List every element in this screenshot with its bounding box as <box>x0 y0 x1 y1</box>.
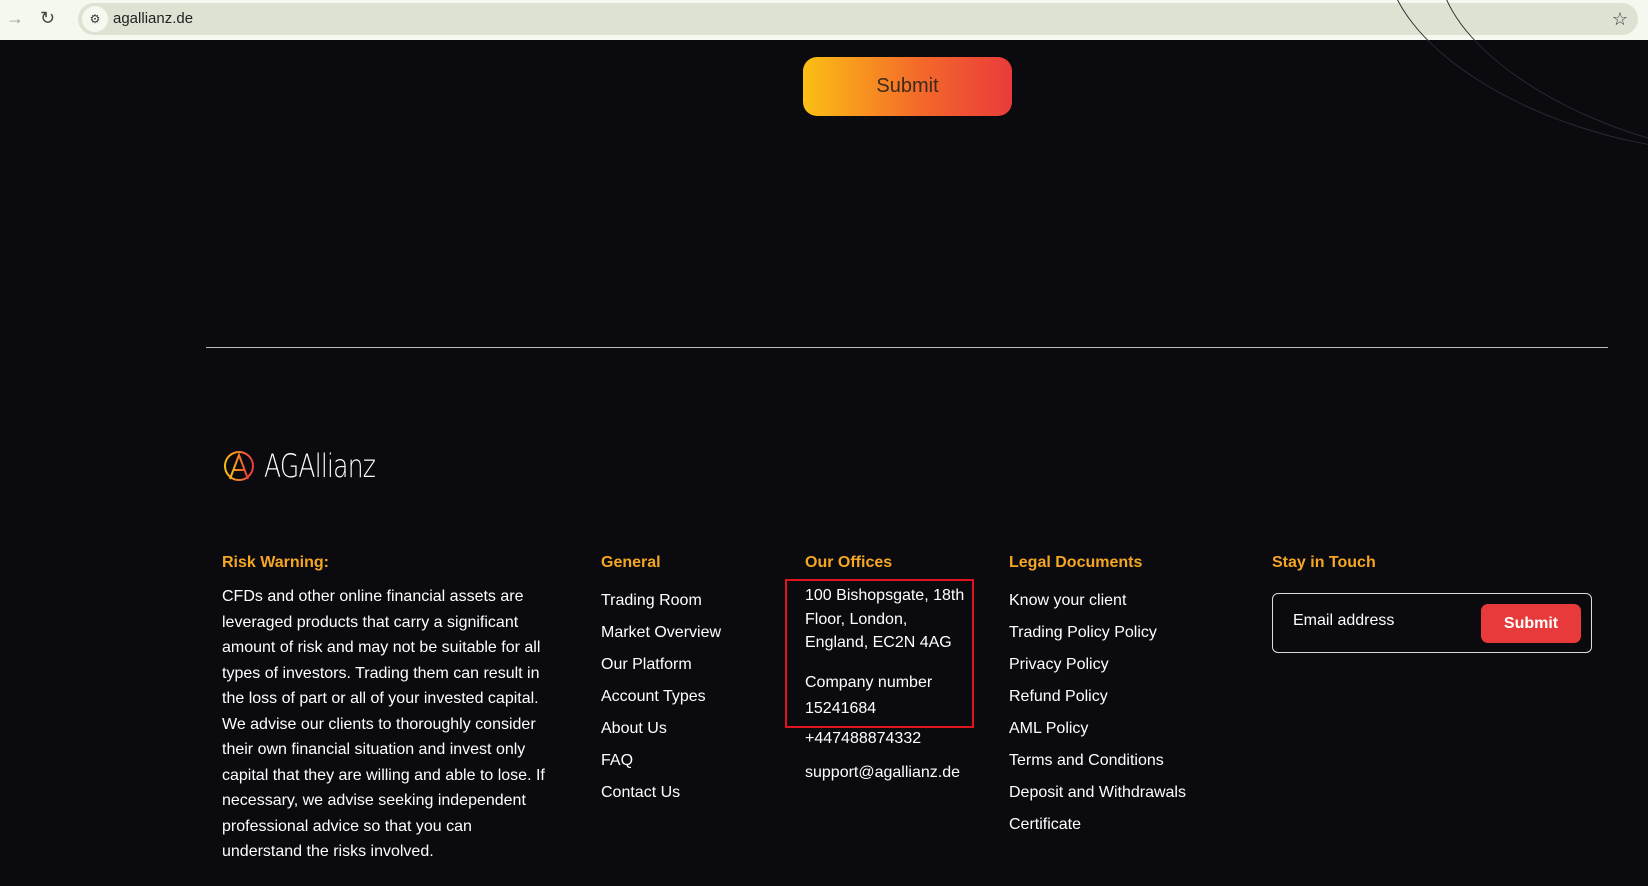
url-text: agallianz.de <box>113 10 194 27</box>
office-address: 100 Bishopsgate, 18th Floor, London, Eng… <box>805 587 965 651</box>
reload-icon[interactable]: ↻ <box>40 8 55 29</box>
general-heading: General <box>601 554 661 571</box>
legal-links: Know your client Trading Policy Policy P… <box>1009 585 1186 841</box>
link-contact-us[interactable]: Contact Us <box>601 777 721 809</box>
link-refund-policy[interactable]: Refund Policy <box>1009 681 1186 713</box>
risk-heading: Risk Warning: <box>222 554 329 571</box>
link-trading-room[interactable]: Trading Room <box>601 585 721 617</box>
newsletter-submit-button[interactable]: Submit <box>1481 604 1581 643</box>
link-account-types[interactable]: Account Types <box>601 681 721 713</box>
offices-heading: Our Offices <box>805 554 893 571</box>
company-number: Company number 15241684 <box>805 674 933 717</box>
link-terms[interactable]: Terms and Conditions <box>1009 745 1186 777</box>
contact-submit-button[interactable]: Submit <box>803 57 1012 116</box>
logo[interactable]: AGAllianz <box>222 447 406 485</box>
site-settings-icon[interactable]: ⚙ <box>82 6 108 32</box>
email-input[interactable] <box>1293 612 1463 630</box>
general-links: Trading Room Market Overview Our Platfor… <box>601 585 721 809</box>
risk-text: CFDs and other online financial assets a… <box>222 588 545 860</box>
newsletter-form: Submit <box>1272 593 1592 653</box>
link-aml-policy[interactable]: AML Policy <box>1009 713 1186 745</box>
link-know-your-client[interactable]: Know your client <box>1009 585 1186 617</box>
link-faq[interactable]: FAQ <box>601 745 721 777</box>
link-deposit-withdrawals[interactable]: Deposit and Withdrawals <box>1009 777 1186 809</box>
link-our-platform[interactable]: Our Platform <box>601 649 721 681</box>
link-privacy-policy[interactable]: Privacy Policy <box>1009 649 1186 681</box>
office-phone[interactable]: +447488874332 <box>805 726 921 752</box>
logo-icon <box>224 451 254 481</box>
link-about-us[interactable]: About Us <box>601 713 721 745</box>
logo-text: AGAllianz <box>264 447 376 485</box>
forward-icon[interactable]: → <box>6 8 24 29</box>
newsletter-heading: Stay in Touch <box>1272 554 1376 571</box>
link-certificate[interactable]: Certificate <box>1009 809 1186 841</box>
link-trading-policy[interactable]: Trading Policy Policy <box>1009 617 1186 649</box>
footer-divider <box>206 347 1608 348</box>
link-market-overview[interactable]: Market Overview <box>601 617 721 649</box>
office-email[interactable]: support@agallianz.de <box>805 760 960 786</box>
legal-heading: Legal Documents <box>1009 554 1143 571</box>
